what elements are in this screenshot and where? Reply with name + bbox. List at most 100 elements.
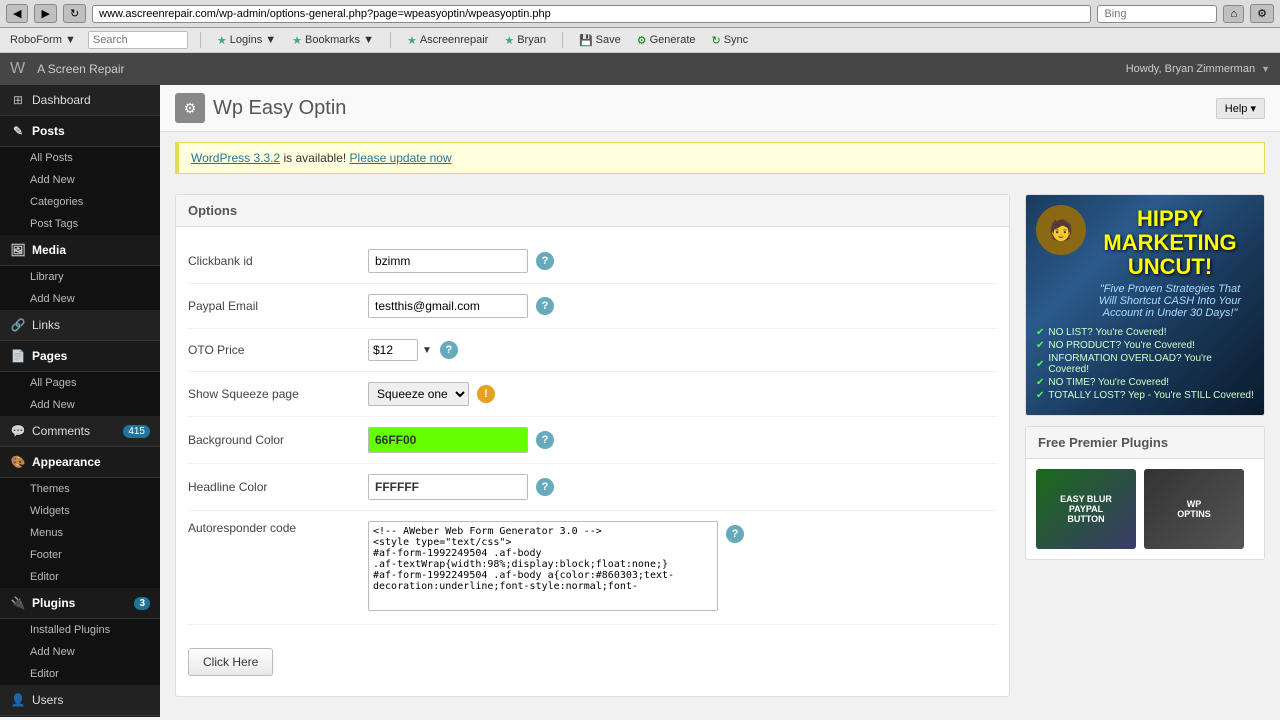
sidebar-item-appearance-editor[interactable]: Editor xyxy=(20,566,160,588)
hippy-title: HIPPY MARKETINGUNCUT! xyxy=(1089,207,1252,280)
admin-bar: W A Screen Repair Howdy, Bryan Zimmerman… xyxy=(0,53,1280,85)
pages-submenu: All Pages Add New xyxy=(0,372,160,416)
hippy-item-4-text: NO TIME? You're Covered! xyxy=(1048,377,1169,388)
links-icon: 🔗 xyxy=(10,318,26,332)
sidebar-item-dashboard[interactable]: ⊞ Dashboard xyxy=(0,85,160,116)
oto-price-help-icon[interactable]: ? xyxy=(440,341,458,359)
sidebar-item-comments[interactable]: 💬 Comments 415 xyxy=(0,416,160,447)
bryan-label: Bryan xyxy=(517,34,546,46)
roboform-dropdown[interactable]: RoboForm ▼ xyxy=(6,32,80,48)
autoresponder-textarea[interactable]: <!-- AWeber Web Form Generator 3.0 --> <… xyxy=(368,521,718,611)
sidebar-item-menus[interactable]: Menus xyxy=(20,522,160,544)
paypal-email-help-icon[interactable]: ? xyxy=(536,297,554,315)
refresh-button[interactable]: ↻ xyxy=(63,4,86,23)
sidebar-item-library[interactable]: Library xyxy=(20,266,160,288)
ascreenrepair-link[interactable]: ★ Ascreenrepair xyxy=(403,32,492,49)
sidebar-item-installed-plugins[interactable]: Installed Plugins xyxy=(20,619,160,641)
sidebar-item-post-tags[interactable]: Post Tags xyxy=(20,213,160,235)
sidebar-users-label: Users xyxy=(32,693,63,707)
headline-color-help-icon[interactable]: ? xyxy=(536,478,554,496)
all-pages-label: All Pages xyxy=(30,377,76,389)
sidebar-item-pages[interactable]: 📄 Pages xyxy=(0,341,160,372)
appearance-submenu: Themes Widgets Menus Footer Editor xyxy=(0,478,160,588)
notice-text: is available! xyxy=(284,151,350,165)
generate-button[interactable]: ⚙ Generate xyxy=(633,32,700,49)
help-button[interactable]: Help ▾ xyxy=(1216,98,1265,119)
background-color-row: Background Color 66FF00 ? xyxy=(188,417,997,464)
headline-color-row: Headline Color FFFFFF ? xyxy=(188,464,997,511)
oto-price-input[interactable] xyxy=(368,339,418,361)
sidebar-item-links[interactable]: 🔗 Links xyxy=(0,310,160,341)
browser-search-input[interactable] xyxy=(1097,5,1217,23)
toolbar-search-input[interactable] xyxy=(88,31,188,49)
admin-bar-right: Howdy, Bryan Zimmerman ▼ xyxy=(1126,63,1270,75)
sidebar-item-all-pages[interactable]: All Pages xyxy=(20,372,160,394)
bryan-link[interactable]: ★ Bryan xyxy=(500,32,550,49)
sync-button[interactable]: ↻ Sync xyxy=(708,32,753,49)
clickbank-id-input[interactable] xyxy=(368,249,528,273)
save-button[interactable]: 💾 Save xyxy=(575,32,625,49)
sidebar-item-themes[interactable]: Themes xyxy=(20,478,160,500)
sidebar-item-footer[interactable]: Footer xyxy=(20,544,160,566)
bookmarks-button[interactable]: ★ Bookmarks ▼ xyxy=(288,32,378,49)
autoresponder-help-icon[interactable]: ? xyxy=(726,525,744,543)
sidebar-item-appearance[interactable]: 🎨 Appearance xyxy=(0,447,160,478)
home-button[interactable]: ⌂ xyxy=(1223,5,1244,23)
background-color-control: 66FF00 ? xyxy=(368,427,554,453)
hippy-item-5-text: TOTALLY LOST? Yep - You're STILL Covered… xyxy=(1048,390,1253,401)
sidebar-item-media[interactable]: 🖼 Media xyxy=(0,235,160,266)
paypal-email-input[interactable] xyxy=(368,294,528,318)
url-bar[interactable] xyxy=(92,5,1091,23)
plugin-img-2[interactable]: WP OPTINS xyxy=(1144,469,1244,549)
headline-color-label: Headline Color xyxy=(188,480,368,494)
add-new-media-label: Add New xyxy=(30,293,75,305)
show-squeeze-label: Show Squeeze page xyxy=(188,387,368,401)
background-color-swatch[interactable]: 66FF00 xyxy=(368,427,528,453)
plugin-img-1[interactable]: EASY BLUR PAYPAL BUTTON xyxy=(1036,469,1136,549)
logins-button[interactable]: ★ Logins ▼ xyxy=(213,32,280,49)
check-icon-3: ✔ xyxy=(1036,359,1044,370)
please-update-link[interactable]: Please update now xyxy=(350,151,452,165)
plugin-2-label: WP OPTINS xyxy=(1177,499,1211,519)
sidebar-item-posts[interactable]: ✎ Posts xyxy=(0,116,160,147)
headline-color-swatch[interactable]: FFFFFF xyxy=(368,474,528,500)
sidebar-item-plugin-editor[interactable]: Editor xyxy=(20,663,160,685)
user-menu-arrow[interactable]: ▼ xyxy=(1261,64,1270,74)
back-button[interactable]: ◀ xyxy=(6,4,28,23)
sidebar-item-widgets[interactable]: Widgets xyxy=(20,500,160,522)
side-column: 🧑 HIPPY MARKETINGUNCUT! "Five Proven Str… xyxy=(1025,194,1265,697)
page-title-icon: ⚙ xyxy=(175,93,205,123)
sidebar-item-add-new-page[interactable]: Add New xyxy=(20,394,160,416)
sidebar-plugins-label: Plugins xyxy=(32,596,75,610)
wordpress-update-link[interactable]: WordPress 3.3.2 xyxy=(191,151,280,165)
show-squeeze-select[interactable]: Squeeze one xyxy=(368,382,469,406)
clickbank-id-help-icon[interactable]: ? xyxy=(536,252,554,270)
show-squeeze-row: Show Squeeze page Squeeze one ! xyxy=(188,372,997,417)
submit-button[interactable]: Click Here xyxy=(188,648,273,676)
sidebar-item-users[interactable]: 👤 Users xyxy=(0,685,160,716)
paypal-email-control: ? xyxy=(368,294,554,318)
hippy-ad-image[interactable]: 🧑 HIPPY MARKETINGUNCUT! "Five Proven Str… xyxy=(1026,195,1264,415)
autoresponder-label: Autoresponder code xyxy=(188,521,368,535)
sidebar-pages-label: Pages xyxy=(32,349,67,363)
forward-button[interactable]: ▶ xyxy=(34,4,56,23)
sidebar-item-tools[interactable]: 🔧 Tools xyxy=(0,716,160,717)
hippy-list-item-4: ✔ NO TIME? You're Covered! xyxy=(1036,377,1254,388)
sidebar-item-all-posts[interactable]: All Posts xyxy=(20,147,160,169)
sidebar-item-add-new-plugin[interactable]: Add New xyxy=(20,641,160,663)
settings-button[interactable]: ⚙ xyxy=(1250,4,1274,23)
sidebar-item-add-new-post[interactable]: Add New xyxy=(20,169,160,191)
plugins-badge: 3 xyxy=(134,597,150,610)
separator3 xyxy=(562,32,563,48)
background-color-help-icon[interactable]: ? xyxy=(536,431,554,449)
site-name[interactable]: A Screen Repair xyxy=(37,62,124,76)
show-squeeze-help-icon[interactable]: ! xyxy=(477,385,495,403)
wp-admin: W A Screen Repair Howdy, Bryan Zimmerman… xyxy=(0,53,1280,717)
headline-color-value: FFFFFF xyxy=(375,480,419,494)
sidebar-item-plugins[interactable]: 🔌 Plugins 3 xyxy=(0,588,160,619)
hippy-list: ✔ NO LIST? You're Covered! ✔ NO PRODUCT?… xyxy=(1036,325,1254,403)
oto-dropdown-arrow[interactable]: ▼ xyxy=(422,345,432,356)
oto-select-wrap: ▼ xyxy=(368,339,432,361)
sidebar-item-add-new-media[interactable]: Add New xyxy=(20,288,160,310)
sidebar-item-categories[interactable]: Categories xyxy=(20,191,160,213)
